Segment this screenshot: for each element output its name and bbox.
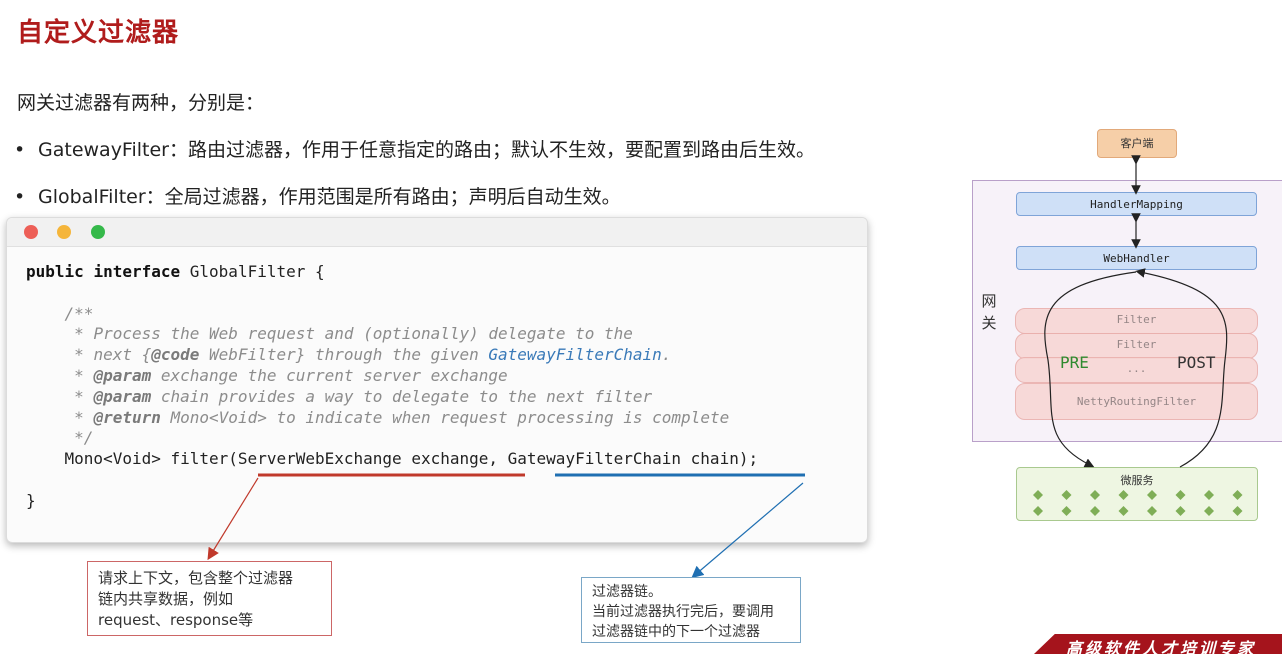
post-flow-arrow bbox=[1135, 268, 1228, 468]
service-diamond-icon bbox=[1061, 506, 1072, 516]
service-diamond-icon bbox=[1232, 506, 1243, 516]
service-diamond-icon bbox=[1033, 490, 1043, 500]
service-diamond-icon bbox=[1204, 506, 1214, 516]
brand-banner-text: 高级软件人才培训专家 bbox=[1066, 639, 1257, 658]
microservice-diamonds bbox=[1033, 490, 1243, 516]
service-diamond-icon bbox=[1118, 490, 1129, 500]
service-diamond-icon bbox=[1118, 506, 1129, 516]
service-diamond-icon bbox=[1061, 490, 1072, 500]
service-diamond-icon bbox=[1090, 490, 1100, 500]
service-diamond-icon bbox=[1090, 506, 1100, 516]
pre-flow-arrow bbox=[1044, 271, 1137, 468]
service-diamond-icon bbox=[1147, 506, 1157, 516]
service-diamond-icon bbox=[1033, 506, 1043, 516]
service-diamond-icon bbox=[1232, 490, 1243, 500]
brand-banner: 高级软件人才培训专家 bbox=[1034, 634, 1282, 654]
service-diamond-icon bbox=[1204, 490, 1214, 500]
service-diamond-icon bbox=[1147, 490, 1157, 500]
gateway-flow-arrows bbox=[1033, 155, 1243, 516]
service-diamond-icon bbox=[1175, 490, 1186, 500]
service-diamond-icon bbox=[1175, 506, 1186, 516]
